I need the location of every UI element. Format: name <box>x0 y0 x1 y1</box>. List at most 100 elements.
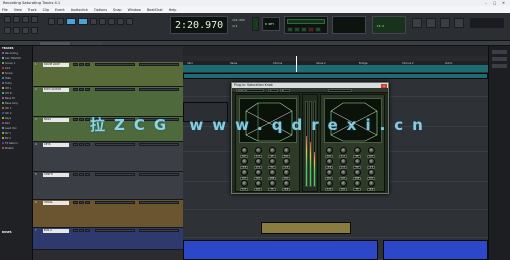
right-mix-knob[interactable] <box>354 158 361 165</box>
select-tool-icon[interactable] <box>48 18 55 25</box>
save-icon[interactable] <box>13 16 20 23</box>
track-volume-slider[interactable] <box>95 173 135 176</box>
browser-item[interactable]: Toms <box>2 82 31 85</box>
track-header[interactable]: 5 SYNTH <box>33 172 183 200</box>
track-name[interactable]: ELEC GUITAR <box>43 88 69 92</box>
browser-item[interactable]: Keys <box>2 117 31 120</box>
track-volume-slider[interactable] <box>95 63 135 66</box>
track-pan-slider[interactable] <box>139 143 179 146</box>
track-record-button[interactable] <box>85 143 90 146</box>
right-drive-knob[interactable] <box>326 147 333 154</box>
left-out-knob[interactable] <box>283 180 290 187</box>
time-display[interactable]: 2:20.970 <box>170 16 228 34</box>
right-mix-knob[interactable] <box>354 180 361 187</box>
tab-track-view[interactable] <box>40 42 70 45</box>
draw-tool-icon[interactable] <box>57 18 64 25</box>
left-mix-knob[interactable] <box>269 180 276 187</box>
inspector-button-1[interactable] <box>492 50 507 54</box>
track-mute-button[interactable] <box>73 173 78 176</box>
compare-b-button[interactable]: B <box>280 88 290 93</box>
left-out-knob[interactable] <box>283 169 290 176</box>
smart-tool-button[interactable] <box>66 18 76 25</box>
copy-icon[interactable] <box>31 27 38 34</box>
track-solo-button[interactable] <box>79 118 84 121</box>
browser-item[interactable]: BV 2 <box>2 137 31 140</box>
browser-item[interactable]: Recording <box>2 52 31 55</box>
track-pan-slider[interactable] <box>139 229 179 232</box>
track-volume-slider[interactable] <box>95 88 135 91</box>
browser-item[interactable]: Hats <box>2 77 31 80</box>
cut-icon[interactable] <box>22 27 29 34</box>
menu-clip[interactable]: Clip <box>43 8 49 12</box>
track-record-button[interactable] <box>85 173 90 176</box>
right-mix-knob[interactable] <box>354 169 361 176</box>
zoom-icon[interactable] <box>117 18 124 25</box>
track-solo-button[interactable] <box>79 88 84 91</box>
track-name[interactable]: VOCAL <box>43 201 69 205</box>
edit-tool-button[interactable] <box>78 18 88 25</box>
right-drive-knob[interactable] <box>326 158 333 165</box>
record-icon[interactable] <box>308 27 314 32</box>
undo-icon[interactable] <box>22 16 29 23</box>
menu-help[interactable]: Help <box>169 8 177 12</box>
metronome-icon[interactable] <box>252 17 259 31</box>
left-mix-knob[interactable] <box>269 147 276 154</box>
track-mute-button[interactable] <box>73 118 78 121</box>
folder-icon[interactable] <box>4 27 11 34</box>
track-name[interactable]: DRUM LOOP <box>43 63 69 67</box>
playhead[interactable] <box>296 56 297 72</box>
key-display[interactable]: 0 KEY <box>262 17 280 31</box>
browser-item[interactable]: Snare <box>2 72 31 75</box>
track-volume-slider[interactable] <box>95 229 135 232</box>
fast-forward-icon[interactable] <box>315 27 321 32</box>
preset-box-right[interactable] <box>328 88 352 93</box>
left-drive-knob[interactable] <box>241 180 248 187</box>
browser-item[interactable]: Master <box>2 147 31 150</box>
browser-item[interactable]: BV 1 <box>2 132 31 135</box>
home-icon[interactable] <box>4 16 11 23</box>
menu-file[interactable]: File <box>2 8 8 12</box>
browser-item[interactable]: Gtr 2 <box>2 112 31 115</box>
track-mute-button[interactable] <box>73 229 78 232</box>
mixer-icon[interactable] <box>412 18 422 28</box>
browser-item[interactable]: Gtr 1 <box>2 107 31 110</box>
scrub-tool-icon[interactable] <box>90 18 97 25</box>
track-header[interactable]: 4 KEYS <box>33 142 183 172</box>
plugin-close-button[interactable]: x <box>381 83 387 88</box>
preset-selector[interactable]: Default <box>236 88 264 93</box>
right-drive-knob[interactable] <box>326 180 333 187</box>
browser-item[interactable]: OH R <box>2 92 31 95</box>
track-pan-slider[interactable] <box>139 63 179 66</box>
right-tone-knob[interactable] <box>340 158 347 165</box>
menu-snap[interactable]: Snap <box>113 8 122 12</box>
knob-value[interactable]: 75 <box>353 187 361 191</box>
loop-icon[interactable] <box>99 18 106 25</box>
inspector-icon[interactable] <box>454 18 464 28</box>
knob-value[interactable]: 75 <box>268 187 276 191</box>
track-header[interactable]: 7 BUS A <box>33 228 183 250</box>
left-mix-knob[interactable] <box>269 158 276 165</box>
track-mute-button[interactable] <box>73 88 78 91</box>
track-record-button[interactable] <box>85 63 90 66</box>
track-name[interactable]: BUS A <box>43 229 69 233</box>
clip-bus-a[interactable] <box>183 240 378 260</box>
right-out-knob[interactable] <box>368 147 375 154</box>
track-record-button[interactable] <box>85 201 90 204</box>
track-volume-slider[interactable] <box>95 143 135 146</box>
minimize-button[interactable]: – <box>485 1 487 5</box>
track-mute-button[interactable] <box>73 63 78 66</box>
rewind-icon[interactable] <box>287 27 293 32</box>
right-tone-knob[interactable] <box>340 147 347 154</box>
menu-track[interactable]: Track <box>28 8 37 12</box>
close-button[interactable]: ✕ <box>502 1 505 5</box>
track-pan-slider[interactable] <box>139 88 179 91</box>
browser-item[interactable]: Bass Amp <box>2 102 31 105</box>
left-drive-knob[interactable] <box>241 147 248 154</box>
snap-icon[interactable] <box>126 18 133 25</box>
left-mix-knob[interactable] <box>269 169 276 176</box>
knob-value[interactable]: 1.0 <box>325 187 333 191</box>
left-tone-knob[interactable] <box>255 169 262 176</box>
track-record-button[interactable] <box>85 229 90 232</box>
left-drive-knob[interactable] <box>241 169 248 176</box>
track-header[interactable]: 6 VOCAL <box>33 200 183 228</box>
